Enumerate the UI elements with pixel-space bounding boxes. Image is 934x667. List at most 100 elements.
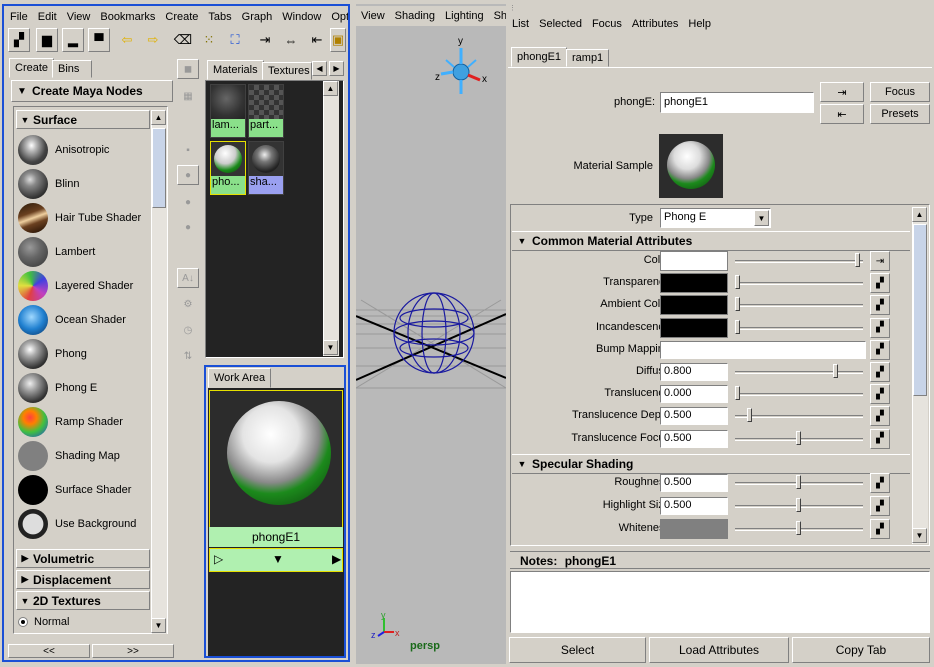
section-surface[interactable]: ▼ Surface: [16, 110, 150, 129]
icon-view-list-icon[interactable]: ▦: [177, 86, 199, 106]
node-lambert[interactable]: Lambert: [18, 236, 150, 268]
menu-edit[interactable]: Edit: [33, 11, 62, 23]
tab-bins[interactable]: Bins: [52, 60, 92, 78]
bump-mapping-field[interactable]: [660, 340, 866, 359]
color-swatch[interactable]: [660, 317, 728, 338]
create-maya-nodes-header[interactable]: ▼ Create Maya Nodes: [11, 80, 173, 102]
map-texture-icon[interactable]: ▞: [870, 496, 890, 516]
icon-large-swatch-icon[interactable]: ●: [177, 192, 199, 212]
attr-value-input[interactable]: 0.500: [660, 497, 728, 515]
slider-thumb[interactable]: [796, 475, 801, 489]
icon-small-swatch-icon[interactable]: ▪: [177, 140, 199, 160]
node-layered-shader[interactable]: Layered Shader: [18, 270, 150, 302]
layout-top-icon[interactable]: ▀: [88, 28, 110, 52]
common-material-attributes-header[interactable]: ▼ Common Material Attributes: [512, 231, 910, 251]
viewport-panel[interactable]: View Shading Lighting Sh y z x y x z per…: [356, 4, 506, 664]
nav-prev-button[interactable]: <<: [8, 644, 90, 658]
eraser-icon[interactable]: ⌫: [172, 28, 194, 52]
normal-radio[interactable]: Normal: [18, 614, 148, 630]
toolbar-more-icon[interactable]: ▣: [330, 28, 346, 52]
attr-value-input[interactable]: 0.500: [660, 407, 728, 426]
menu-shading[interactable]: Shading: [390, 10, 440, 22]
slider-thumb[interactable]: [796, 430, 801, 445]
map-texture-icon[interactable]: ▞: [870, 295, 890, 316]
node-blinn[interactable]: Blinn: [18, 168, 150, 200]
output-connections-button[interactable]: ⇤: [820, 104, 864, 124]
node-ramp-shader[interactable]: Ramp Shader: [18, 406, 150, 438]
slider-thumb[interactable]: [735, 386, 740, 401]
attr-slider[interactable]: [735, 415, 863, 419]
material-thumb-lambert[interactable]: lam...: [210, 84, 246, 138]
slider-thumb[interactable]: [796, 498, 801, 512]
attr-slider[interactable]: [735, 326, 863, 330]
attr-slider[interactable]: [735, 393, 863, 397]
attr-slider[interactable]: [735, 260, 863, 263]
menu-help[interactable]: Help: [683, 18, 716, 30]
sort-name-icon[interactable]: A↓: [177, 268, 199, 288]
materials-scrollbar[interactable]: [323, 81, 339, 356]
graph-mode-icon[interactable]: ▞: [8, 28, 30, 52]
menu-graph[interactable]: Graph: [237, 11, 278, 23]
input-port-icon[interactable]: ▷: [214, 552, 223, 566]
map-texture-icon[interactable]: ▞: [870, 473, 890, 493]
menu-selected[interactable]: Selected: [534, 18, 587, 30]
slider-thumb[interactable]: [747, 408, 753, 423]
menu-view[interactable]: View: [62, 11, 96, 23]
type-dropdown[interactable]: Phong E ▼: [660, 208, 771, 228]
scroll-thumb[interactable]: [913, 224, 927, 396]
tab-ramp1[interactable]: ramp1: [566, 49, 610, 67]
node-use-background[interactable]: Use Background: [18, 508, 150, 540]
section-volumetric[interactable]: ▶ Volumetric: [16, 549, 150, 568]
material-thumb-phonge[interactable]: pho...: [210, 141, 246, 195]
tab-create[interactable]: Create: [9, 58, 55, 78]
node-phong-e[interactable]: Phong E: [18, 372, 150, 404]
slider-thumb[interactable]: [735, 319, 740, 334]
focus-button[interactable]: Focus: [870, 82, 930, 102]
attr-slider[interactable]: [735, 282, 863, 286]
map-texture-icon[interactable]: ▞: [870, 362, 890, 382]
menu-bookmarks[interactable]: Bookmarks: [95, 11, 160, 23]
icon-xlarge-swatch-icon[interactable]: ●: [177, 217, 199, 237]
map-texture-icon[interactable]: ▞: [870, 273, 890, 294]
node-ocean-shader[interactable]: Ocean Shader: [18, 304, 150, 336]
copy-tab-button[interactable]: Copy Tab: [792, 637, 930, 663]
tab-scroll-left-icon[interactable]: ◀: [312, 61, 327, 76]
attr-value-input[interactable]: 0.000: [660, 385, 728, 404]
menu-file[interactable]: File: [5, 11, 33, 23]
slider-thumb[interactable]: [854, 253, 860, 267]
load-attributes-button[interactable]: Load Attributes: [649, 637, 789, 663]
menu-lighting[interactable]: Lighting: [440, 10, 489, 22]
map-texture-icon[interactable]: ▞: [870, 317, 890, 338]
tab-work-area[interactable]: Work Area: [208, 368, 272, 388]
attr-value-input[interactable]: 0.500: [660, 474, 728, 492]
section-2d-textures[interactable]: ▼ 2D Textures: [16, 591, 150, 610]
arrow-right-icon[interactable]: ⇨: [142, 28, 164, 52]
input-connections-button[interactable]: ⇥: [820, 82, 864, 102]
input-connections-icon[interactable]: ⇥: [254, 28, 276, 52]
slider-thumb[interactable]: [832, 364, 838, 378]
color-swatch[interactable]: [660, 519, 728, 539]
node-surface-shader[interactable]: Surface Shader: [18, 474, 150, 506]
map-texture-icon[interactable]: ▞: [870, 519, 890, 539]
material-thumb-particle[interactable]: part...: [248, 84, 284, 138]
in-out-connections-icon[interactable]: ⇔: [280, 28, 302, 52]
color-swatch[interactable]: [660, 273, 728, 294]
notes-textarea[interactable]: [510, 571, 930, 633]
node-shading-map[interactable]: Shading Map: [18, 440, 150, 472]
node-hair-tube-shader[interactable]: Hair Tube Shader: [18, 202, 150, 234]
sort-time-icon[interactable]: ◷: [177, 320, 199, 340]
scroll-up-icon[interactable]: ▲: [323, 81, 338, 96]
tab-phonge1[interactable]: phongE1: [511, 47, 568, 67]
scroll-up-icon[interactable]: ▲: [151, 110, 166, 125]
attr-value-input[interactable]: 0.800: [660, 363, 728, 381]
arrow-left-icon[interactable]: ⇦: [116, 28, 138, 52]
map-texture-icon[interactable]: ▞: [870, 339, 890, 360]
menu-sh[interactable]: Sh: [489, 10, 506, 22]
icon-medium-swatch-icon[interactable]: ●: [177, 165, 199, 185]
scroll-thumb[interactable]: [152, 128, 166, 208]
color-swatch[interactable]: [660, 295, 728, 316]
node-anisotropic[interactable]: Anisotropic: [18, 134, 150, 166]
attr-value-input[interactable]: 0.500: [660, 429, 728, 448]
menu-create[interactable]: Create: [160, 11, 203, 23]
map-texture-icon[interactable]: ▞: [870, 406, 890, 427]
